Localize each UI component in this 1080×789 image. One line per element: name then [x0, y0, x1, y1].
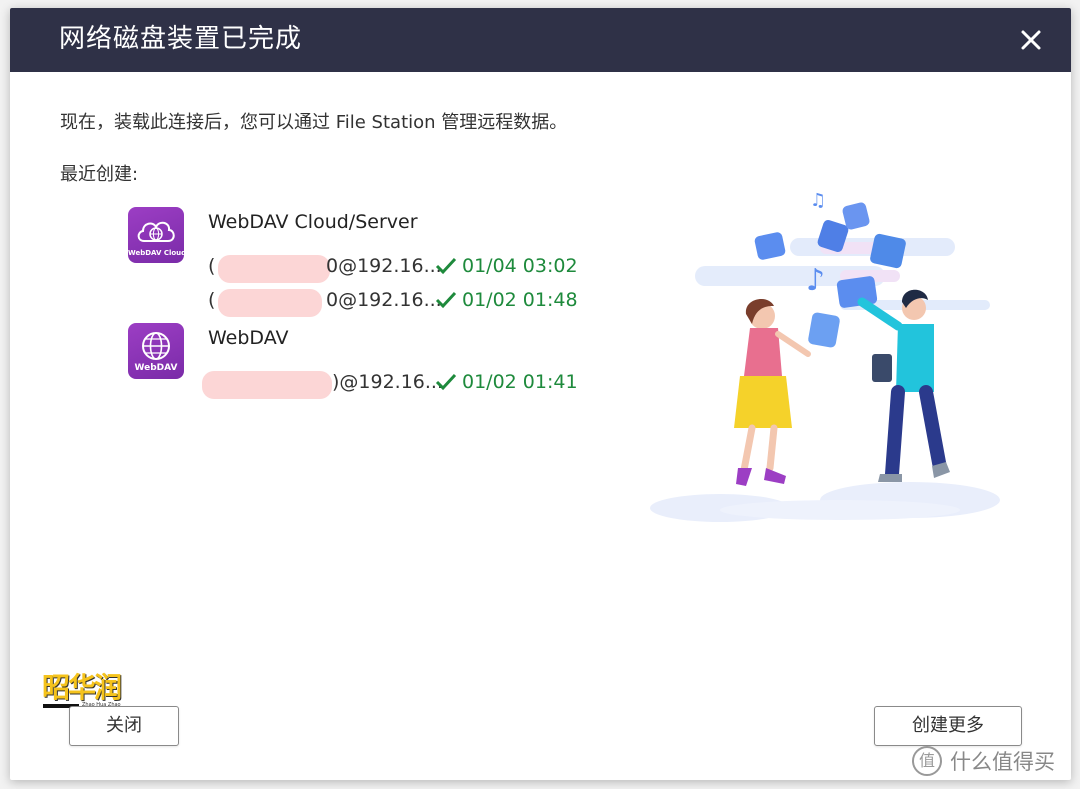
entry-name: WebDAV Cloud/Server [208, 211, 418, 233]
close-button[interactable]: 关闭 [69, 706, 179, 746]
dialog: 网络磁盘装置已完成 现在，装载此连接后，您可以通过 File Station 管… [10, 8, 1071, 780]
dialog-title: 网络磁盘装置已完成 [59, 24, 303, 54]
watermark-logo: 昭华润 Zhao Hua Zhao [42, 666, 142, 708]
watermark-logo-text: 昭华润 [42, 671, 122, 704]
create-more-button[interactable]: 创建更多 [874, 706, 1022, 746]
site-watermark-text: 什么值得买 [950, 750, 1055, 774]
dialog-titlebar: 网络磁盘装置已完成 [10, 8, 1071, 72]
webdav-globe-icon: WebDAV [128, 323, 184, 379]
description-text: 现在，装载此连接后，您可以通过 File Station 管理远程数据。 [60, 112, 568, 133]
check-icon [435, 257, 457, 275]
connection-status: 01/04 03:02 [434, 255, 578, 277]
connection-time: 01/04 03:02 [462, 255, 578, 277]
svg-text:♪: ♪ [806, 263, 825, 298]
connection-status: 01/02 01:41 [434, 371, 578, 393]
entry-webdav-cloud: WebDAV Cloud WebDAV Cloud/Server ( 0@192… [128, 207, 598, 317]
connection-row[interactable]: ( )@192.16... 01/02 01:41 [202, 371, 588, 399]
connection-time: 01/02 01:41 [462, 371, 578, 393]
recent-label: 最近创建: [60, 164, 139, 185]
connection-paren: ( [208, 255, 216, 277]
redaction-mask [218, 289, 322, 317]
connection-time: 01/02 01:48 [462, 289, 578, 311]
icon-caption: WebDAV [134, 363, 178, 373]
site-badge-icon: 值 [912, 746, 942, 776]
entry-webdav: WebDAV WebDAV ( )@192.16... 01/02 01:41 [128, 323, 598, 403]
close-icon[interactable] [1013, 22, 1049, 58]
connection-paren: ( [208, 289, 216, 311]
redaction-mask [218, 255, 330, 283]
cloud-share-illustration: ♪ ♫ [650, 190, 1000, 522]
connection-row[interactable]: ( 0@192.16... 01/02 01:48 [208, 289, 588, 317]
connection-address: 0@192.16... [326, 289, 442, 311]
webdav-cloud-icon: WebDAV Cloud [128, 207, 187, 263]
site-watermark: 值 什么值得买 [912, 746, 1055, 776]
connection-row[interactable]: ( 0@192.16... 01/04 03:02 [208, 255, 588, 283]
check-icon [435, 373, 457, 391]
entry-name: WebDAV [208, 327, 289, 349]
icon-caption: WebDAV Cloud [128, 249, 187, 257]
connection-status: 01/02 01:48 [434, 289, 578, 311]
check-icon [435, 291, 457, 309]
connection-address: )@192.16... [332, 371, 444, 393]
redaction-mask [202, 371, 332, 399]
connection-address: 0@192.16... [326, 255, 442, 277]
svg-text:♫: ♫ [810, 190, 826, 211]
